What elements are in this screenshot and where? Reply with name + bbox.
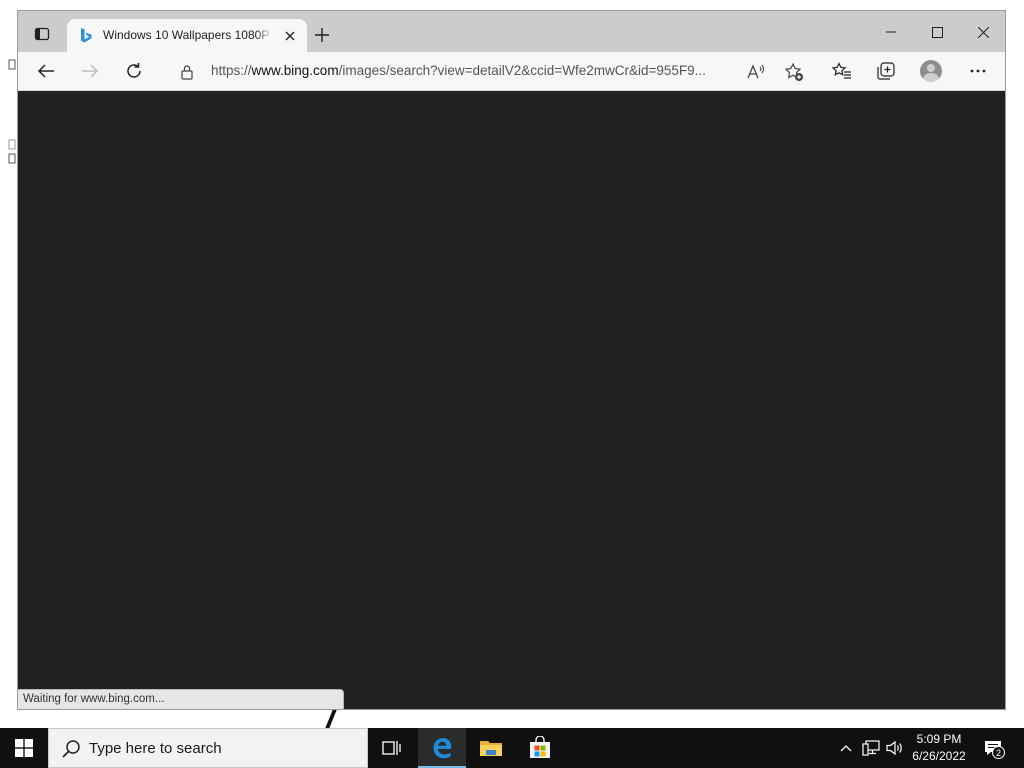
taskbar-search-box[interactable]: Type here to search (48, 728, 368, 768)
minimize-icon (886, 31, 896, 33)
favorites-icon (832, 62, 851, 79)
taskbar-clock[interactable]: 5:09 PM 6/26/2022 (900, 731, 978, 765)
browser-toolbar: https://www.bing.com/images/search?view=… (18, 52, 1005, 91)
read-aloud-button[interactable] (745, 61, 767, 83)
tab-strip: Windows 10 Wallpapers 1080P - (18, 11, 1005, 52)
store-icon (530, 736, 550, 758)
collections-icon (877, 62, 895, 80)
notification-count-badge: 2 (992, 746, 1005, 759)
taskbar: Type here to search 5:09 PM 6/26/2022 2 (0, 728, 1024, 768)
favorites-button[interactable] (827, 56, 857, 86)
arrow-right-icon (82, 64, 99, 78)
avatar (920, 60, 942, 82)
notification-icon: 2 (984, 740, 1005, 759)
collections-button[interactable] (871, 56, 901, 86)
star-add-icon (784, 62, 803, 81)
arrow-left-icon (37, 64, 54, 78)
taskbar-file-explorer-button[interactable] (467, 728, 515, 768)
lock-icon[interactable] (180, 64, 194, 80)
back-button[interactable] (31, 56, 61, 86)
plus-icon (315, 28, 329, 42)
windows-logo-icon (15, 739, 33, 757)
clock-date: 6/26/2022 (912, 749, 966, 763)
settings-more-button[interactable] (963, 56, 993, 86)
bing-icon (79, 27, 93, 45)
desktop-shadow-line (324, 708, 338, 730)
url-domain: www.bing.com (251, 63, 339, 78)
new-tab-button[interactable] (310, 23, 334, 47)
folder-icon (480, 741, 502, 756)
add-favorite-button[interactable] (783, 61, 805, 83)
url-text[interactable]: https://www.bing.com/images/search?view=… (211, 63, 736, 81)
start-button[interactable] (0, 728, 48, 768)
close-icon (977, 26, 989, 38)
taskbar-store-button[interactable] (516, 728, 564, 768)
close-icon (285, 31, 295, 41)
search-icon (61, 739, 81, 759)
tab-close-button[interactable] (280, 26, 300, 46)
action-center-button[interactable]: 2 (980, 728, 1006, 768)
more-icon (970, 69, 986, 73)
search-placeholder: Type here to search (89, 740, 222, 757)
maximize-icon (931, 26, 943, 38)
url-prefix: https:// (211, 63, 252, 78)
page-content[interactable] (18, 91, 1005, 709)
refresh-icon (127, 63, 141, 78)
minimize-button[interactable] (868, 17, 914, 47)
maximize-button[interactable] (914, 17, 960, 47)
url-path: /images/search?view=detailV2&ccid=Wfe2mw… (338, 63, 706, 78)
chevron-up-icon (840, 745, 852, 752)
tab-actions-icon (34, 27, 50, 41)
forward-button[interactable] (75, 56, 105, 86)
refresh-button[interactable] (119, 56, 149, 86)
read-aloud-icon (747, 64, 765, 79)
status-bar: Waiting for www.bing.com... (18, 689, 344, 709)
edge-icon (433, 738, 452, 759)
task-view-button[interactable] (368, 728, 416, 768)
taskbar-edge-button[interactable] (418, 728, 466, 768)
profile-button[interactable] (916, 56, 946, 86)
show-hidden-icons-button[interactable] (836, 728, 856, 768)
tab-title: Windows 10 Wallpapers 1080P - (103, 28, 273, 44)
tab-active[interactable]: Windows 10 Wallpapers 1080P - (67, 19, 307, 52)
close-window-button[interactable] (960, 17, 1005, 47)
network-icon (862, 740, 880, 756)
tab-actions-button[interactable] (28, 20, 56, 48)
task-view-icon (382, 741, 401, 755)
network-button[interactable] (860, 728, 882, 768)
address-bar[interactable]: https://www.bing.com/images/search?view=… (163, 55, 813, 87)
browser-window: Windows 10 Wallpapers 1080P - https://ww… (17, 10, 1006, 710)
clock-time: 5:09 PM (916, 732, 962, 746)
